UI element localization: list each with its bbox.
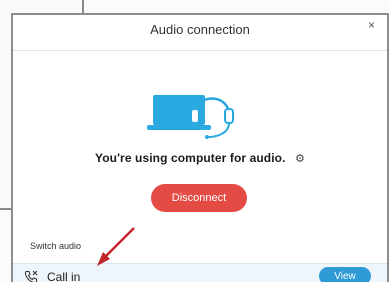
phone-icon xyxy=(24,270,38,282)
gear-icon[interactable]: ⚙ xyxy=(295,152,305,165)
disconnect-button[interactable]: Disconnect xyxy=(151,184,247,212)
audio-connection-dialog: Audio connection × You're using computer… xyxy=(11,13,389,282)
dialog-title: Audio connection xyxy=(150,22,250,37)
audio-status-text: You're using computer for audio. xyxy=(95,151,286,165)
call-in-label: Call in xyxy=(47,270,81,282)
call-in-row[interactable]: Call in View xyxy=(13,263,387,282)
switch-audio-label: Switch audio xyxy=(30,241,82,251)
title-divider xyxy=(13,50,387,51)
screen: a Audio connection × You're using comput… xyxy=(0,0,389,282)
view-button[interactable]: View xyxy=(319,267,371,282)
audio-status: You're using computer for audio. ⚙ xyxy=(13,151,387,165)
laptop-with-headset-icon xyxy=(147,95,234,139)
close-button[interactable]: × xyxy=(368,18,375,32)
